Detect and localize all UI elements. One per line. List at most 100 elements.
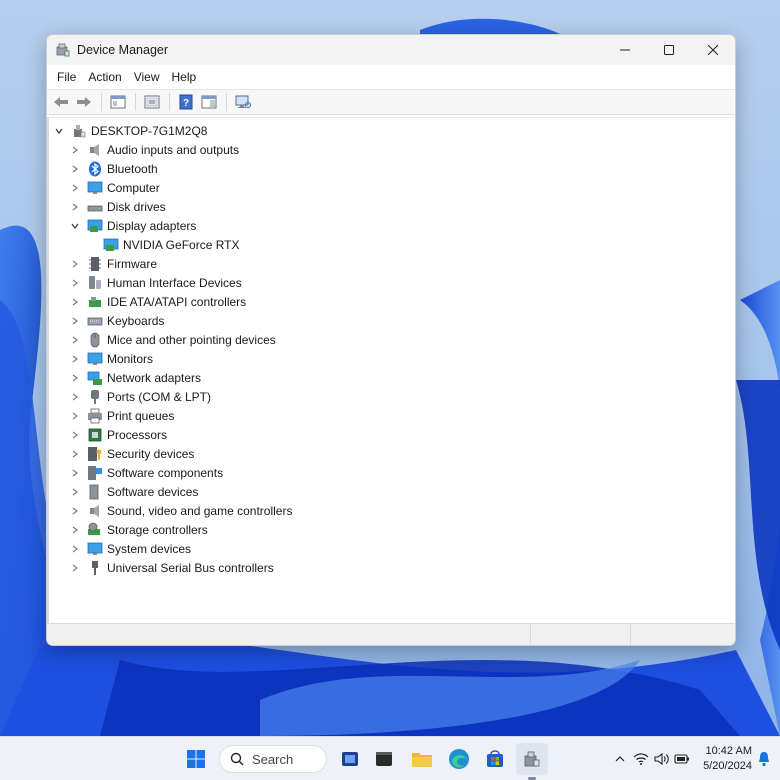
chevron-right-icon[interactable] (69, 353, 81, 365)
taskbar-search[interactable]: Search (219, 745, 327, 773)
forward-button[interactable] (73, 91, 95, 113)
menu-help[interactable]: Help (166, 67, 203, 87)
title-bar[interactable]: Device Manager (47, 35, 735, 65)
chevron-up-icon[interactable] (612, 751, 628, 767)
tree-item-audio[interactable]: Audio inputs and outputs (69, 140, 239, 159)
help-button[interactable]: ? (175, 91, 197, 113)
chevron-right-icon[interactable] (69, 334, 81, 346)
chevron-down-icon[interactable] (53, 125, 65, 137)
tree-item-disk-drives[interactable]: Disk drives (69, 197, 166, 216)
tree-item-label: Audio inputs and outputs (107, 142, 240, 157)
tree-item-print-queues[interactable]: Print queues (69, 406, 174, 425)
tree-item-label: Mice and other pointing devices (107, 332, 276, 347)
chevron-right-icon[interactable] (69, 562, 81, 574)
chevron-right-icon[interactable] (69, 163, 81, 175)
tree-item-label: Disk drives (107, 199, 166, 214)
chevron-right-icon[interactable] (69, 543, 81, 555)
tree-item-label: Security devices (107, 446, 195, 461)
minimize-button[interactable] (603, 35, 647, 65)
terminal-button[interactable] (368, 743, 400, 775)
chevron-right-icon[interactable] (69, 277, 81, 289)
mouse-icon (87, 332, 103, 348)
chevron-right-icon[interactable] (69, 486, 81, 498)
bell-icon[interactable] (756, 751, 772, 767)
chevron-right-icon[interactable] (69, 372, 81, 384)
back-button[interactable] (50, 91, 72, 113)
chevron-right-icon[interactable] (69, 144, 81, 156)
chevron-right-icon[interactable] (69, 524, 81, 536)
status-bar (47, 623, 735, 645)
menu-view[interactable]: View (128, 67, 166, 87)
close-button[interactable] (691, 35, 735, 65)
action-pane-icon (201, 95, 217, 109)
printer-icon (87, 408, 103, 424)
tree-item-sound-video-game[interactable]: Sound, video and game controllers (69, 501, 292, 520)
properties-button[interactable] (141, 91, 163, 113)
menu-bar: File Action View Help (47, 65, 735, 89)
device-manager-taskbar-button[interactable] (516, 743, 548, 775)
tree-item-monitors[interactable]: Monitors (69, 349, 153, 368)
tree-item-ports[interactable]: Ports (COM & LPT) (69, 387, 211, 406)
tree-item-bluetooth[interactable]: Bluetooth (69, 159, 158, 178)
chevron-down-icon[interactable] (69, 220, 81, 232)
chevron-right-icon[interactable] (69, 467, 81, 479)
tree-item-system-devices[interactable]: System devices (69, 539, 191, 558)
chevron-right-icon[interactable] (69, 296, 81, 308)
file-explorer-icon (412, 753, 432, 767)
task-view-button[interactable] (334, 743, 366, 775)
system-device-icon (87, 541, 103, 557)
action-pane-button[interactable] (198, 91, 220, 113)
tree-item-human-interface-devices[interactable]: Human Interface Devices (69, 273, 242, 292)
chevron-right-icon[interactable] (69, 429, 81, 441)
tree-item-software-devices[interactable]: Software devices (69, 482, 198, 501)
tree-item-firmware[interactable]: Firmware (69, 254, 157, 273)
chevron-right-icon[interactable] (69, 448, 81, 460)
volume-icon[interactable] (654, 751, 670, 767)
device-manager-icon (55, 42, 71, 58)
back-arrow-icon (54, 97, 68, 107)
tree-item-mice[interactable]: Mice and other pointing devices (69, 330, 276, 349)
taskbar-clock[interactable]: 10:42 AM 5/20/2024 (698, 744, 752, 774)
tree-item-display-adapters[interactable]: Display adapters (69, 216, 196, 235)
chevron-right-icon[interactable] (69, 258, 81, 270)
tree-root[interactable]: DESKTOP-7G1M2Q8 (53, 121, 207, 140)
keyboard-icon (87, 313, 103, 329)
tree-item-nvidia-geforce-rtx[interactable]: NVIDIA GeForce RTX (103, 235, 239, 254)
tree-item-usb-controllers[interactable]: Universal Serial Bus controllers (69, 558, 274, 577)
menu-action[interactable]: Action (82, 67, 127, 87)
scan-hardware-button[interactable] (232, 91, 254, 113)
start-icon (187, 750, 205, 768)
start-button[interactable] (180, 743, 212, 775)
wifi-icon[interactable] (633, 751, 649, 767)
chevron-right-icon[interactable] (69, 410, 81, 422)
file-explorer-button[interactable] (406, 743, 438, 775)
clock-time: 10:42 AM (705, 745, 752, 757)
edge-button[interactable] (443, 743, 475, 775)
help-icon: ? (179, 94, 193, 110)
tree-item-software-components[interactable]: Software components (69, 463, 223, 482)
tree-item-computer[interactable]: Computer (69, 178, 160, 197)
tree-item-label: Universal Serial Bus controllers (107, 560, 274, 575)
maximize-button[interactable] (647, 35, 691, 65)
tree-item-storage-controllers[interactable]: Storage controllers (69, 520, 208, 539)
chevron-right-icon[interactable] (69, 182, 81, 194)
properties-icon (144, 95, 160, 109)
chevron-right-icon[interactable] (69, 391, 81, 403)
tree-item-ide-controllers[interactable]: IDE ATA/ATAPI controllers (69, 292, 246, 311)
bluetooth-icon (87, 161, 103, 177)
battery-icon[interactable] (674, 751, 690, 767)
show-hide-console-tree-button[interactable] (107, 91, 129, 113)
chevron-right-icon[interactable] (69, 505, 81, 517)
store-button[interactable] (479, 743, 511, 775)
chevron-right-icon[interactable] (69, 201, 81, 213)
tree-item-processors[interactable]: Processors (69, 425, 167, 444)
tree-item-security-devices[interactable]: Security devices (69, 444, 194, 463)
tree-item-network-adapters[interactable]: Network adapters (69, 368, 201, 387)
tree-item-label: Display adapters (107, 218, 197, 233)
tree-item-label: Bluetooth (107, 161, 158, 176)
store-icon (487, 750, 503, 767)
menu-file[interactable]: File (51, 67, 82, 87)
tree-item-keyboards[interactable]: Keyboards (69, 311, 164, 330)
tree-item-label: Software devices (107, 484, 199, 499)
chevron-right-icon[interactable] (69, 315, 81, 327)
